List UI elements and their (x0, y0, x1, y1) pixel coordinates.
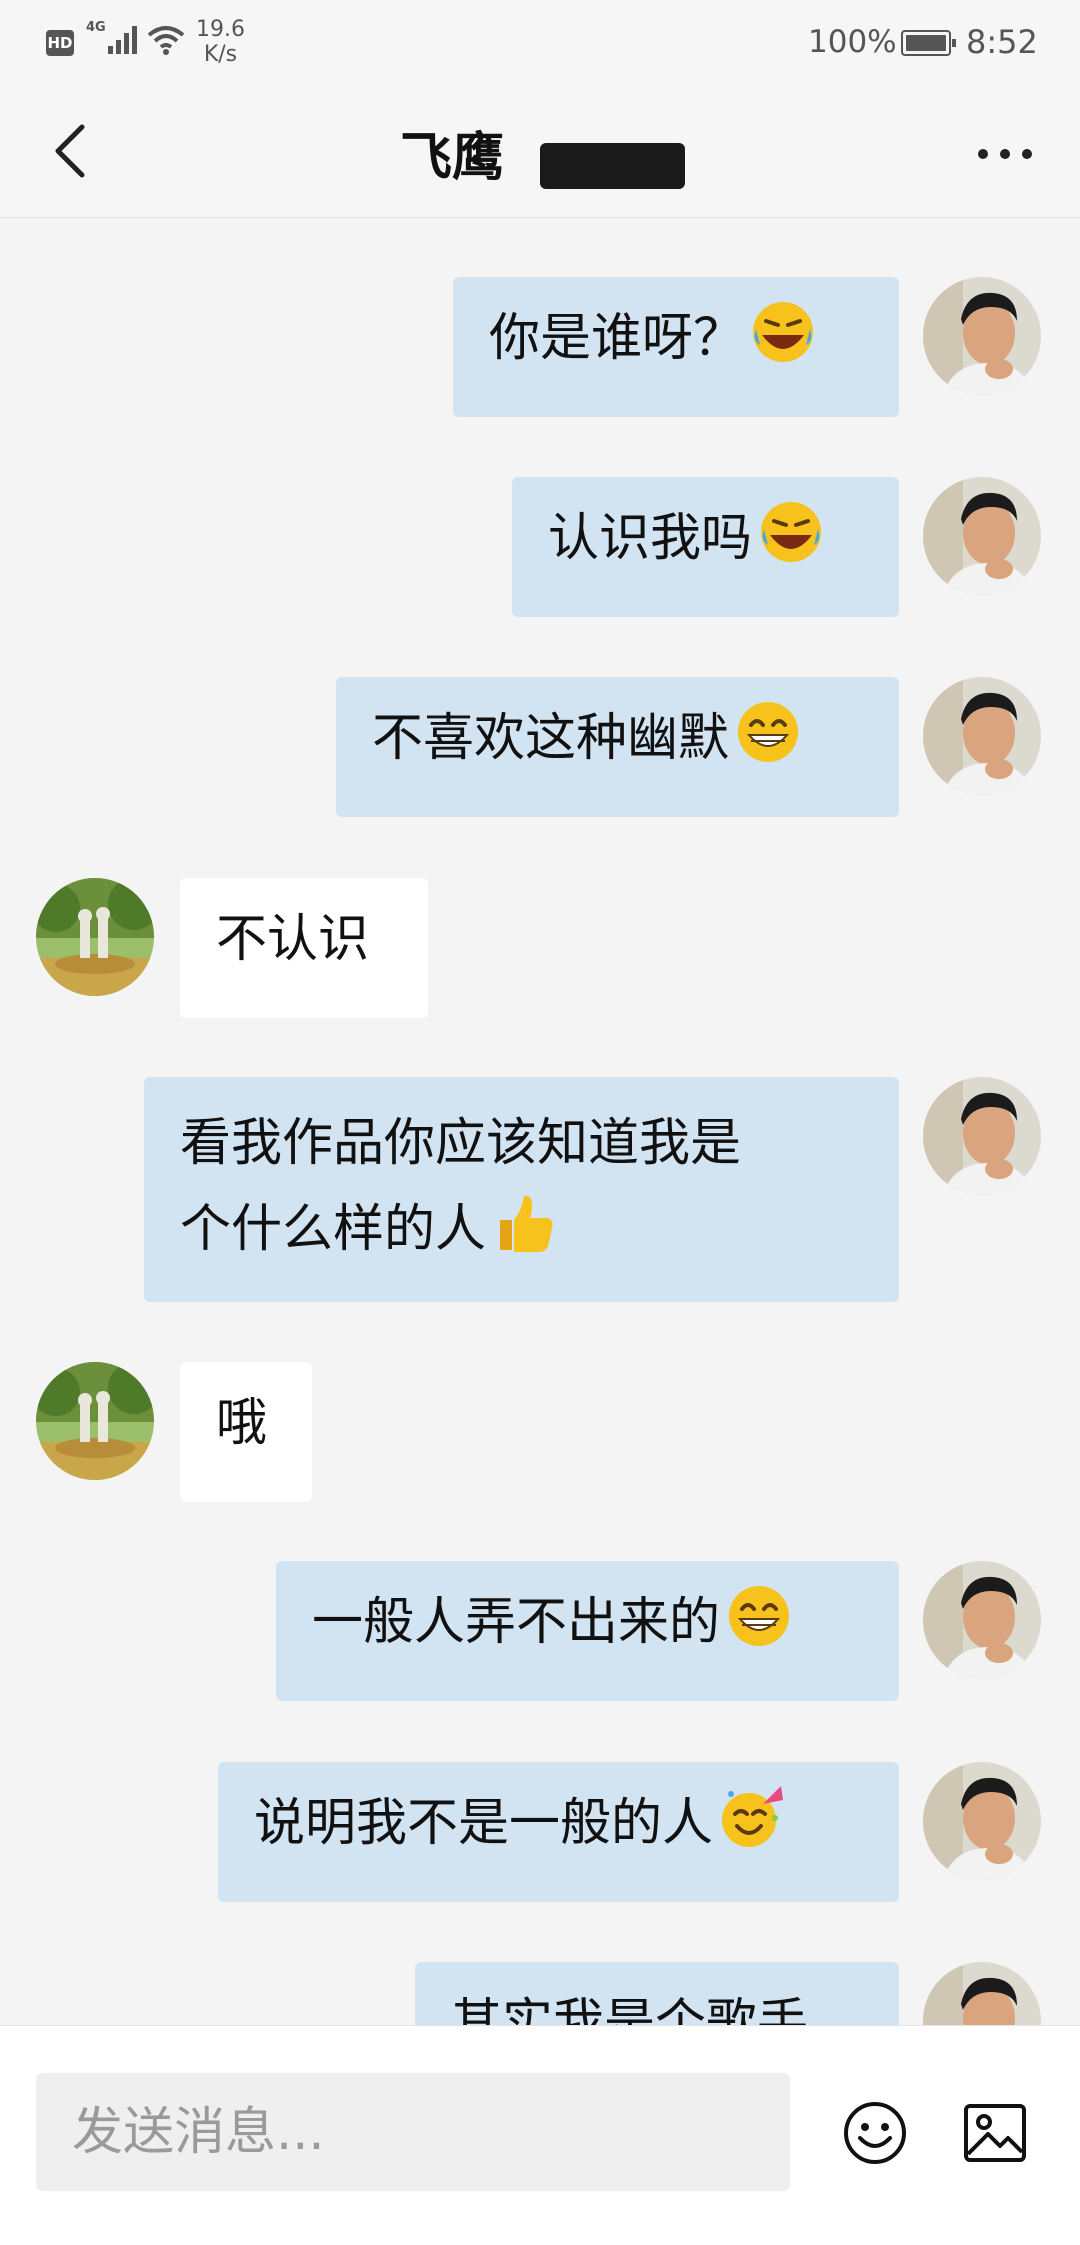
my-avatar[interactable] (923, 477, 1041, 595)
thumbs-up-emoji-icon (492, 1190, 558, 1256)
message-bubble[interactable]: 说明我不是一般的人 (218, 1762, 899, 1902)
grinning-emoji-icon (735, 699, 801, 765)
image-picker-icon[interactable] (962, 2100, 1028, 2166)
chat-header: 飞鹰 (0, 85, 1080, 218)
contact-avatar[interactable] (36, 878, 154, 996)
battery-icon (901, 30, 956, 56)
message-bubble[interactable]: 不认识 (180, 878, 428, 1018)
emoji-picker-icon[interactable] (842, 2100, 908, 2166)
message-bubble[interactable]: 哦 (180, 1362, 312, 1502)
signal-icon (108, 26, 137, 54)
network-speed: 19.6 K/s (196, 17, 245, 67)
message-text: 看我作品你应该知道我是 (180, 1114, 742, 1173)
status-bar: HD 4G 19.6 K/s 100% 8:52 (0, 0, 1080, 85)
back-arrow-icon[interactable] (46, 121, 96, 181)
message-text: 说明我不是一般的人 (254, 1794, 714, 1853)
message-bubble[interactable]: 认识我吗 (512, 477, 899, 617)
more-options-icon[interactable] (978, 149, 1034, 165)
battery-percent: 100% (808, 24, 897, 60)
speed-value: 19.6 (196, 17, 245, 42)
chat-title: 飞鹰 (400, 128, 505, 188)
message-composer (0, 2025, 1080, 2245)
message-text: 认识我吗 (548, 509, 753, 568)
redaction-mask (540, 143, 685, 189)
laughing-crying-emoji-icon (758, 499, 824, 565)
message-input[interactable] (36, 2073, 790, 2191)
party-emoji-icon (719, 1784, 785, 1850)
my-avatar[interactable] (923, 1762, 1041, 1880)
contact-avatar[interactable] (36, 1362, 154, 1480)
hd-indicator: HD (46, 30, 74, 56)
my-avatar[interactable] (923, 1561, 1041, 1679)
message-bubble[interactable]: 一般人弄不出来的 (276, 1561, 899, 1701)
message-text-line-2: 个什么样的人 (180, 1200, 487, 1259)
message-text: 一般人弄不出来的 (312, 1593, 721, 1652)
network-type: 4G (86, 20, 106, 35)
message-bubble[interactable]: 你是谁呀？ (453, 277, 899, 417)
my-avatar[interactable] (923, 677, 1041, 795)
grinning-emoji-icon (726, 1583, 792, 1649)
my-avatar[interactable] (923, 277, 1041, 395)
laughing-crying-emoji-icon (750, 299, 816, 365)
message-text: 哦 (216, 1394, 268, 1453)
my-avatar[interactable] (923, 1077, 1041, 1195)
message-text: 不认识 (216, 910, 370, 969)
message-bubble[interactable]: 不喜欢这种幽默 (336, 677, 899, 817)
wifi-icon (147, 26, 185, 55)
message-bubble[interactable]: 看我作品你应该知道我是 个什么样的人 (144, 1077, 899, 1302)
message-text: 不喜欢这种幽默 (372, 709, 730, 768)
clock: 8:52 (966, 23, 1038, 61)
speed-unit: K/s (203, 42, 238, 67)
message-text: 你是谁呀？ (489, 309, 745, 368)
